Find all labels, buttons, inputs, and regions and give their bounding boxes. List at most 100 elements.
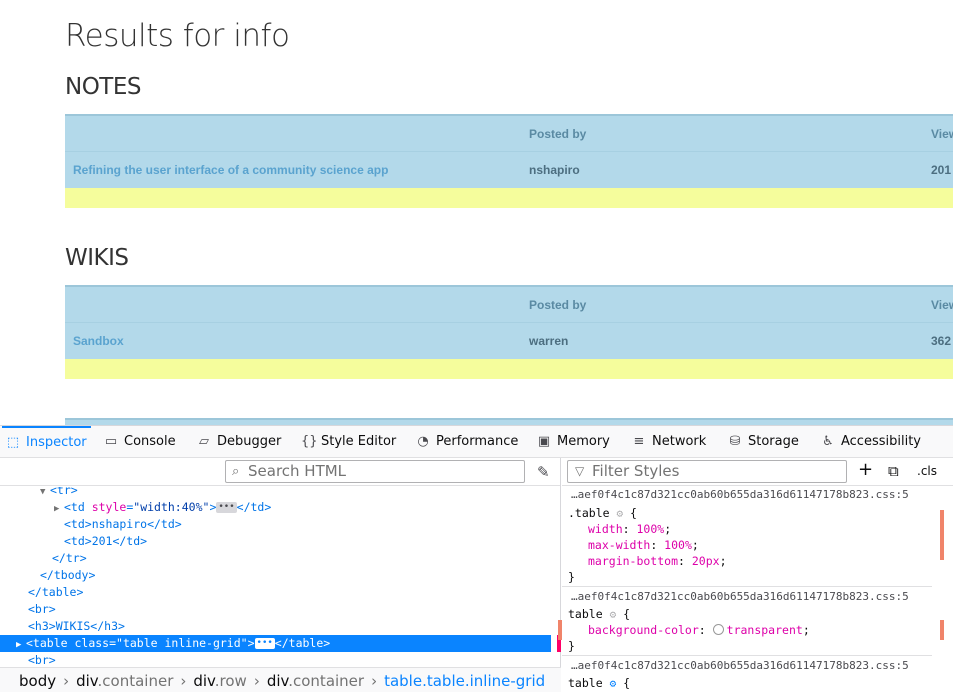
markup-pane: ⌕ Search HTML ✎ ▼ <tr> ▶ <td style="width:…	[0, 458, 561, 692]
collapse-arrow-icon[interactable]: ▶	[16, 637, 26, 654]
gear-icon[interactable]: ⚙	[610, 607, 617, 623]
note-author: nshapiro	[529, 163, 580, 177]
memory-icon: ▣	[537, 434, 551, 449]
tab-label: Accessibility	[841, 434, 921, 449]
wiki-title-link[interactable]: Sandbox	[73, 334, 124, 348]
breadcrumb-item-table[interactable]: table.table.inline-grid	[384, 672, 545, 690]
wiki-views: 362	[931, 334, 952, 348]
search-placeholder: Search HTML	[248, 462, 347, 480]
tab-storage[interactable]: ⛁ Storage	[728, 426, 799, 458]
tree-node-br[interactable]: <br>	[28, 652, 56, 667]
filter-placeholder: Filter Styles	[592, 462, 680, 480]
rule-close-brace: }	[568, 639, 575, 653]
tab-label: Style Editor	[321, 434, 397, 449]
header-posted-by: Posted by	[529, 297, 587, 312]
toggle-pseudo-class-icon[interactable]: ⧉	[888, 462, 899, 480]
search-html-input[interactable]: ⌕ Search HTML	[225, 460, 525, 483]
cls-button[interactable]: .cls	[917, 464, 937, 478]
devtools-tabbar: ⬚ Inspector ▭ Console ▱ Debugger {} Styl…	[0, 426, 953, 458]
style-editor-icon: {}	[301, 434, 318, 449]
breadcrumb-item-div-container-2[interactable]: div.container	[267, 672, 364, 690]
rules-pane: ▽ Filter Styles + ⧉ .cls …aef0f4c1c87d32…	[562, 458, 953, 692]
table-footer	[65, 359, 953, 379]
declaration[interactable]: margin-bottom: 20px;	[588, 553, 727, 569]
tab-accessibility[interactable]: ♿ Accessibility	[821, 426, 921, 458]
tab-label: Memory	[557, 434, 610, 449]
rule-selector: table ⚙ {	[568, 607, 631, 623]
rule-source-link[interactable]: …aef0f4c1c87d321cc0ab60b655da316d6114717…	[571, 659, 909, 672]
gear-icon[interactable]: ⚙	[616, 506, 623, 522]
section-heading-notes: NOTES	[65, 74, 142, 100]
ellipsis-icon[interactable]: •••	[216, 502, 237, 513]
tab-inspector[interactable]: ⬚ Inspector	[2, 426, 91, 458]
css-rules: …aef0f4c1c87d321cc0ab60b655da316d6114717…	[562, 487, 942, 692]
rule-selector: table ⚙ {	[568, 676, 631, 692]
eyedropper-icon[interactable]: ✎	[537, 463, 550, 481]
table-header: Posted by View	[65, 285, 953, 323]
breadcrumb-item-body[interactable]: body	[19, 672, 56, 690]
rule-divider	[562, 586, 932, 587]
header-views: View	[931, 297, 953, 312]
color-swatch-icon[interactable]	[712, 624, 724, 635]
declaration[interactable]: width: 100%;	[588, 521, 671, 537]
table-row: Refining the user interface of a communi…	[65, 152, 953, 188]
tree-node-br[interactable]: <br>	[28, 601, 56, 618]
breadcrumb-item-div-container[interactable]: div.container	[76, 672, 173, 690]
storage-icon: ⛁	[729, 434, 741, 449]
devtools-panel: ⬚ Inspector ▭ Console ▱ Debugger {} Styl…	[0, 425, 953, 692]
declaration[interactable]: max-width: 100%;	[588, 537, 699, 553]
tree-node-tr-close[interactable]: </tr>	[52, 550, 87, 567]
filter-icon: ▽	[575, 464, 585, 478]
section-heading-wikis: WIKIS	[65, 245, 129, 271]
tree-node-td[interactable]: <td>201</td>	[64, 533, 147, 550]
tree-node-tr[interactable]: ▼ <tr>	[40, 487, 78, 499]
rule-selector: .table ⚙ {	[568, 506, 637, 522]
inspector-icon: ⬚	[6, 435, 20, 450]
header-posted-by: Posted by	[529, 126, 587, 141]
changed-rule-marker	[940, 510, 944, 560]
tab-label: Storage	[748, 434, 799, 449]
tree-node-td[interactable]: <td>nshapiro</td>	[64, 516, 182, 533]
table-footer	[65, 188, 953, 208]
tab-label: Network	[652, 434, 707, 449]
declaration[interactable]: background-color: transparent;	[588, 622, 810, 638]
notes-table: Posted by View Refining the user interfa…	[65, 114, 953, 208]
tab-label: Console	[124, 434, 176, 449]
tree-node-h3[interactable]: <h3>WIKIS</h3>	[28, 618, 125, 635]
rule-source-link[interactable]: …aef0f4c1c87d321cc0ab60b655da316d6114717…	[571, 590, 909, 603]
markup-search-bar: ⌕ Search HTML ✎	[0, 458, 560, 486]
tab-console[interactable]: ▭ Console	[104, 426, 176, 458]
tab-network[interactable]: ≡ Network	[632, 426, 707, 458]
tree-node-tbody-close[interactable]: </tbody>	[40, 567, 95, 584]
tree-node-table-close[interactable]: </table>	[28, 584, 83, 601]
rules-toolbar: ▽ Filter Styles + ⧉ .cls	[562, 458, 953, 486]
note-title-link[interactable]: Refining the user interface of a communi…	[73, 163, 388, 177]
rule-source-link[interactable]: …aef0f4c1c87d321cc0ab60b655da316d6114717…	[571, 488, 909, 501]
markup-tree: ▼ <tr> ▶ <td style="width:40%"> ••• </td> <t…	[0, 487, 561, 667]
tab-memory[interactable]: ▣ Memory	[537, 426, 610, 458]
collapse-arrow-icon[interactable]: ▶	[54, 501, 64, 518]
tab-debugger[interactable]: ▱ Debugger	[197, 426, 281, 458]
tab-performance[interactable]: ◔ Performance	[416, 426, 518, 458]
rule-close-brace: }	[568, 570, 575, 584]
network-icon: ≡	[633, 434, 645, 449]
table-row: Sandbox warren 362	[65, 323, 953, 359]
expand-arrow-icon[interactable]: ▼	[40, 487, 50, 501]
tab-label: Debugger	[217, 434, 282, 449]
tree-node-td[interactable]: ▶ <td style="width:40%"> ••• </td>	[54, 499, 271, 516]
note-views: 201	[931, 163, 952, 177]
search-icon: ⌕	[232, 464, 240, 479]
add-rule-icon[interactable]: +	[858, 459, 873, 480]
ellipsis-icon[interactable]: •••	[254, 638, 275, 649]
performance-icon: ◔	[417, 434, 429, 449]
breadcrumb: body › div.container › div.row › div.container…	[0, 667, 561, 692]
tab-label: Performance	[436, 434, 519, 449]
filter-styles-input[interactable]: ▽ Filter Styles	[567, 460, 847, 483]
changed-rule-marker	[558, 620, 562, 640]
tree-node-selected-table[interactable]: ▶ <table class="table inline-grid"> ••• </t…	[0, 635, 551, 652]
breadcrumb-item-div-row[interactable]: div.row	[193, 672, 246, 690]
tab-style-editor[interactable]: {} Style Editor	[301, 426, 396, 458]
gear-icon[interactable]: ⚙	[610, 676, 617, 692]
next-table-edge	[65, 418, 953, 425]
rule-divider	[562, 655, 932, 656]
